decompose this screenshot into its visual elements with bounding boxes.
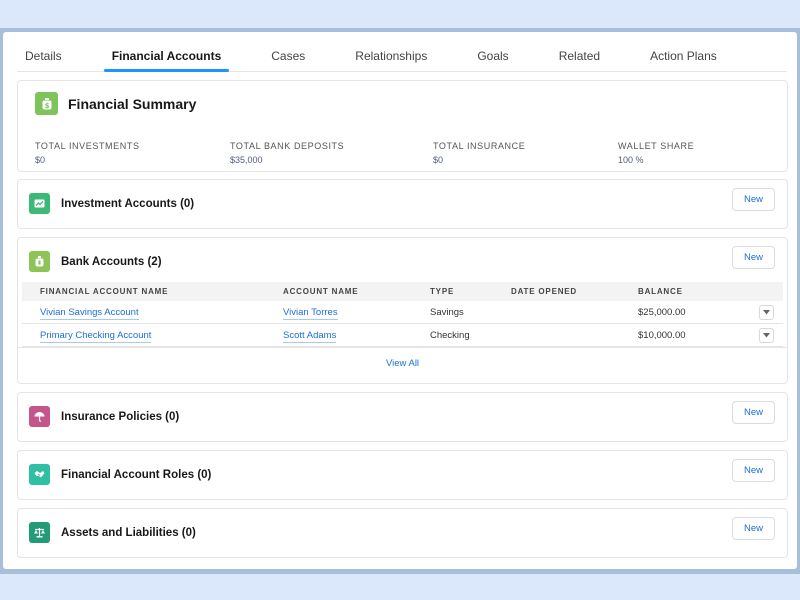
row-actions-dropdown[interactable] bbox=[759, 328, 774, 343]
money-bag-icon bbox=[29, 251, 50, 272]
column-header-financial-account-name[interactable]: FINANCIAL ACCOUNT NAME bbox=[40, 287, 168, 296]
chevron-down-icon bbox=[763, 310, 770, 315]
money-bag-icon: $ bbox=[35, 92, 58, 115]
new-insurance-policy-button[interactable]: New bbox=[732, 401, 775, 424]
account-name-link[interactable]: Scott Adams bbox=[283, 330, 337, 343]
metric-total-insurance: TOTAL INSURANCE $0 bbox=[433, 141, 525, 165]
assets-liabilities-panel: Assets and Liabilities (0) New bbox=[17, 508, 788, 558]
type-cell: Savings bbox=[430, 307, 464, 318]
column-header-balance[interactable]: BALANCE bbox=[638, 287, 683, 296]
tab-related[interactable]: Related bbox=[551, 31, 608, 71]
financial-account-roles-panel: Financial Account Roles (0) New bbox=[17, 450, 788, 500]
financial-account-roles-title[interactable]: Financial Account Roles (0) bbox=[61, 469, 211, 481]
metric-value: $0 bbox=[35, 155, 46, 165]
account-name-link[interactable]: Vivian Torres bbox=[283, 307, 338, 320]
bank-accounts-title[interactable]: Bank Accounts (2) bbox=[61, 256, 162, 268]
assets-liabilities-title[interactable]: Assets and Liabilities (0) bbox=[61, 527, 196, 539]
metric-value: $35,000 bbox=[230, 155, 263, 165]
column-header-account-name[interactable]: ACCOUNT NAME bbox=[283, 287, 358, 296]
balance-cell: $25,000.00 bbox=[638, 307, 686, 318]
metric-wallet-share: WALLET SHARE 100 % bbox=[618, 141, 694, 165]
tab-relationships[interactable]: Relationships bbox=[347, 31, 435, 71]
metric-total-bank-deposits: TOTAL BANK DEPOSITS $35,000 bbox=[230, 141, 344, 165]
view-all-link[interactable]: View All bbox=[18, 358, 787, 369]
svg-text:$: $ bbox=[44, 102, 49, 110]
table-row: Primary Checking Account Scott Adams Che… bbox=[22, 324, 783, 347]
tab-cases[interactable]: Cases bbox=[263, 31, 313, 71]
tab-financial-accounts[interactable]: Financial Accounts bbox=[103, 31, 230, 72]
umbrella-icon bbox=[29, 406, 50, 427]
new-asset-liability-button[interactable]: New bbox=[732, 517, 775, 540]
financial-account-name-link[interactable]: Primary Checking Account bbox=[40, 330, 152, 343]
divider bbox=[18, 347, 787, 348]
new-investment-account-button[interactable]: New bbox=[732, 188, 775, 211]
type-cell: Checking bbox=[430, 330, 470, 341]
new-bank-account-button[interactable]: New bbox=[732, 246, 775, 269]
metric-value: 100 % bbox=[618, 155, 644, 165]
metric-label: TOTAL BANK DEPOSITS bbox=[230, 141, 345, 151]
financial-account-name-link[interactable]: Vivian Savings Account bbox=[40, 307, 139, 320]
column-header-type[interactable]: TYPE bbox=[430, 287, 454, 296]
financial-summary-title: Financial Summary bbox=[68, 95, 197, 112]
investment-chart-icon bbox=[29, 193, 50, 214]
insurance-policies-title[interactable]: Insurance Policies (0) bbox=[61, 411, 179, 423]
tab-bar: Details Financial Accounts Cases Relatio… bbox=[17, 32, 787, 72]
investment-accounts-title[interactable]: Investment Accounts (0) bbox=[61, 198, 194, 210]
financial-summary-panel: $ Financial Summary TOTAL INVESTMENTS $0… bbox=[17, 80, 788, 172]
metric-label: TOTAL INVESTMENTS bbox=[35, 141, 140, 151]
balance-cell: $10,000.00 bbox=[638, 330, 686, 341]
bank-accounts-table: FINANCIAL ACCOUNT NAME ACCOUNT NAME TYPE… bbox=[22, 282, 783, 347]
handshake-icon bbox=[29, 464, 50, 485]
bank-accounts-panel: Bank Accounts (2) New FINANCIAL ACCOUNT … bbox=[17, 237, 788, 384]
metric-value: $0 bbox=[433, 155, 444, 165]
table-header: FINANCIAL ACCOUNT NAME ACCOUNT NAME TYPE… bbox=[22, 282, 783, 301]
tab-details[interactable]: Details bbox=[17, 31, 70, 71]
chevron-down-icon bbox=[763, 333, 770, 338]
tab-goals[interactable]: Goals bbox=[469, 31, 516, 71]
row-actions-dropdown[interactable] bbox=[759, 305, 774, 320]
investment-accounts-panel: Investment Accounts (0) New bbox=[17, 179, 788, 229]
table-row: Vivian Savings Account Vivian Torres Sav… bbox=[22, 301, 783, 324]
insurance-policies-panel: Insurance Policies (0) New bbox=[17, 392, 788, 442]
column-header-date-opened[interactable]: DATE OPENED bbox=[511, 287, 577, 296]
metric-label: WALLET SHARE bbox=[618, 141, 695, 151]
record-page-card: Details Financial Accounts Cases Relatio… bbox=[3, 32, 797, 569]
new-financial-account-role-button[interactable]: New bbox=[732, 459, 775, 482]
metric-label: TOTAL INSURANCE bbox=[433, 141, 526, 151]
scales-icon bbox=[29, 522, 50, 543]
tab-action-plans[interactable]: Action Plans bbox=[642, 31, 725, 71]
metric-total-investments: TOTAL INVESTMENTS $0 bbox=[35, 141, 140, 165]
